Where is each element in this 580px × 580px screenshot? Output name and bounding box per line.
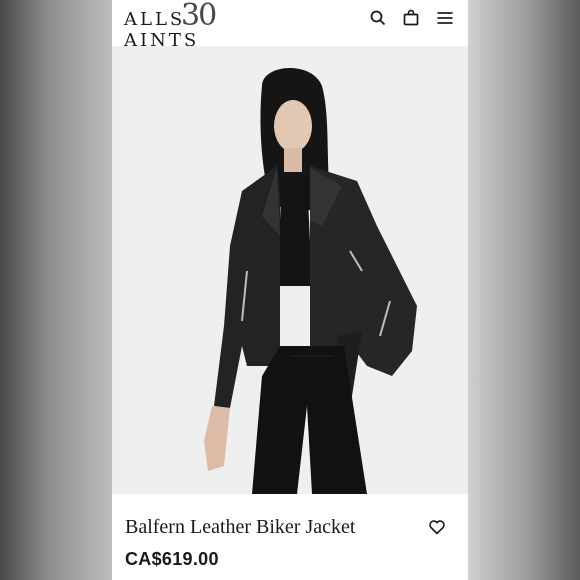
product-title: Balfern Leather Biker Jacket	[125, 516, 356, 538]
product-info: Balfern Leather Biker Jacket CA$619.00	[112, 494, 468, 580]
product-price: CA$619.00	[125, 549, 219, 569]
phone-screen: ALLSAINTS 30 Balfern Leather Biker Jacke…	[112, 0, 468, 580]
brand-logo[interactable]: ALLSAINTS 30	[124, 0, 274, 51]
model-photo	[204, 67, 417, 494]
wishlist-button[interactable]	[428, 518, 446, 536]
bag-icon	[403, 9, 419, 26]
backdrop-right	[468, 0, 580, 580]
bag-button[interactable]	[402, 9, 420, 27]
menu-button[interactable]	[436, 9, 454, 27]
backdrop-left	[0, 0, 112, 580]
product-image[interactable]	[112, 46, 468, 494]
menu-icon	[437, 12, 453, 24]
site-header: ALLSAINTS 30	[112, 0, 468, 51]
heart-icon	[429, 520, 445, 535]
search-icon	[370, 10, 386, 26]
search-button[interactable]	[369, 9, 387, 27]
anniversary-mark: 30	[181, 0, 217, 33]
